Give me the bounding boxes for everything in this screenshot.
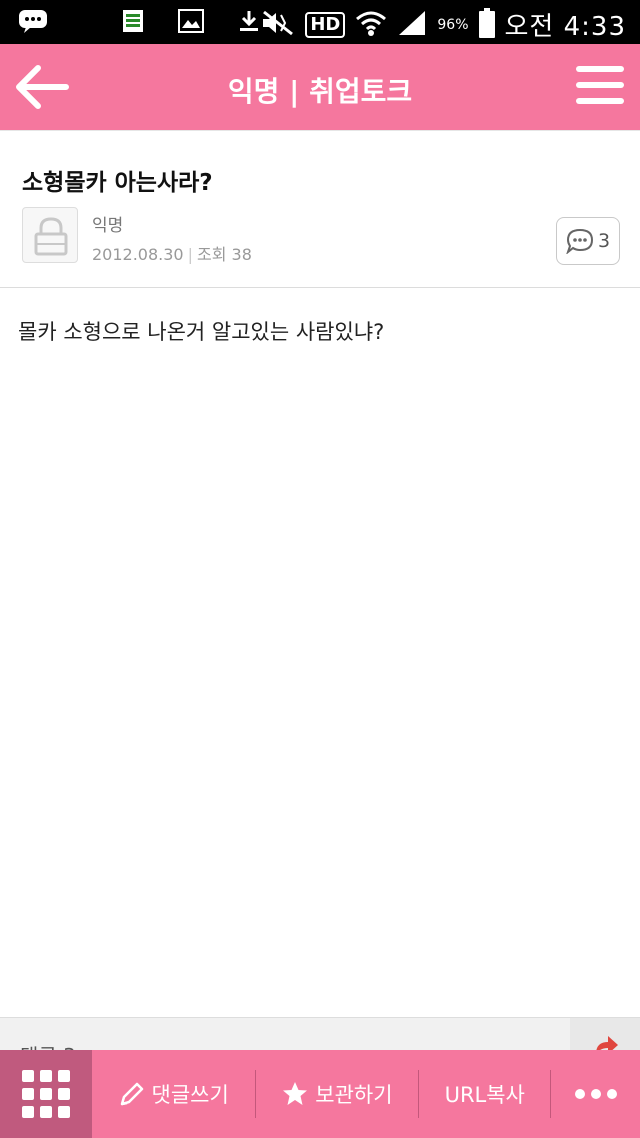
- star-icon: [283, 1082, 308, 1105]
- menu-button[interactable]: [576, 66, 624, 108]
- chat-icon: [18, 8, 48, 38]
- write-comment-button[interactable]: 댓글쓰기: [92, 1050, 255, 1138]
- post-meta: 2012.08.30 | 조회 38: [92, 245, 252, 264]
- post-date: 2012.08.30: [92, 245, 184, 264]
- comment-section-label: 댓글 3: [20, 1040, 76, 1050]
- hd-icon: HD: [305, 11, 346, 38]
- page-title: 익명 | 취업토크: [227, 75, 413, 108]
- wifi-icon: [355, 9, 387, 41]
- more-dots-icon: [574, 1089, 617, 1099]
- post-header: 소형몰카 아는사라? 익명 2012.08.30 | 조회 38 3: [0, 130, 640, 288]
- comment-bubble-icon: [566, 228, 593, 254]
- hamburger-icon: [576, 66, 624, 72]
- share-button[interactable]: [570, 1018, 640, 1050]
- grid-menu-button[interactable]: [0, 1050, 92, 1138]
- more-button[interactable]: [551, 1050, 640, 1138]
- comment-count-button[interactable]: 3: [556, 217, 620, 265]
- bookmark-label: 보관하기: [315, 1083, 393, 1107]
- mute-icon: [261, 9, 295, 41]
- status-bar: HD 96% 오전 4:33: [0, 0, 640, 44]
- write-comment-label: 댓글쓰기: [151, 1083, 229, 1107]
- notes-icon: [122, 9, 144, 37]
- download-icon: [238, 9, 260, 37]
- copy-url-button[interactable]: URL복사: [419, 1050, 550, 1138]
- bookmark-button[interactable]: 보관하기: [256, 1050, 418, 1138]
- copy-url-label: URL복사: [444, 1083, 525, 1107]
- battery-percent: 96%: [437, 16, 469, 33]
- post-title: 소형몰카 아는사라?: [22, 170, 213, 196]
- grid-icon: [21, 1070, 70, 1118]
- signal-icon: [397, 9, 427, 41]
- app-header: 익명 | 취업토크: [0, 44, 640, 130]
- battery-icon: [478, 7, 495, 42]
- lock-icon: [34, 217, 68, 256]
- author-name: 익명: [92, 216, 124, 236]
- comment-count: 3: [597, 230, 611, 252]
- image-icon: [178, 9, 204, 37]
- pencil-icon: [120, 1082, 143, 1106]
- post-body: 몰카 소형으로 나온거 알고있는 사람있냐?: [18, 320, 385, 344]
- view-count: 조회 38: [197, 245, 252, 264]
- share-arrow-icon: [596, 1036, 618, 1050]
- comment-section-bar[interactable]: 댓글 3: [0, 1017, 640, 1050]
- avatar: [22, 207, 78, 263]
- bottom-toolbar: 댓글쓰기 보관하기 URL복사: [0, 1050, 640, 1138]
- clock: 오전 4:33: [504, 12, 626, 42]
